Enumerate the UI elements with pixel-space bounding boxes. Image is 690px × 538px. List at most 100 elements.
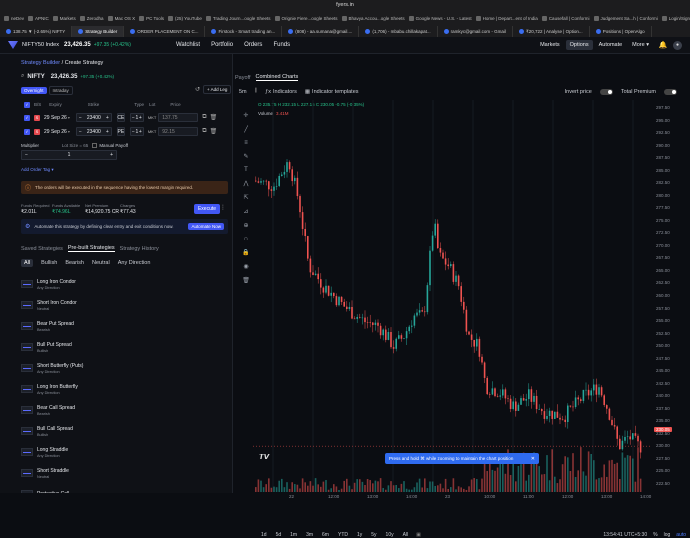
bookmark-item[interactable]: Causefall | Conformi (541, 15, 590, 21)
price-input[interactable]: 137.75 (158, 113, 199, 122)
nav-watchlist[interactable]: Watchlist (172, 42, 204, 48)
strategy-item[interactable]: Short Butterfly (Puts) Any Direction (21, 358, 221, 378)
tab-saved-strategies[interactable]: Saved Strategies (21, 246, 63, 252)
browser-tab[interactable]: 138.75 ▼ (-2.65%) NIFTY (0, 26, 73, 37)
fyers-logo-icon[interactable] (8, 41, 18, 49)
bookmark-item[interactable]: Markets (52, 15, 76, 21)
url-bar[interactable]: fyers.in (0, 0, 690, 10)
nav-automate[interactable]: Automate (595, 40, 627, 50)
automate-now-button[interactable]: Automate Now (188, 223, 224, 230)
side-toggle[interactable]: S (34, 128, 40, 135)
invert-price-toggle[interactable] (599, 88, 613, 95)
add-leg-button[interactable]: + Add Leg (203, 85, 232, 94)
trash-icon[interactable]: 🗑 (242, 277, 250, 284)
tab-prebuilt-strategies[interactable]: Pre-built Strategies (67, 245, 115, 252)
strategy-item[interactable]: Protective Call (21, 484, 221, 493)
nav-portfolio[interactable]: Portfolio (207, 42, 237, 48)
breadcrumb-strategy-builder[interactable]: Strategy Builder (21, 60, 60, 66)
indicators-button[interactable]: Indicators (273, 89, 297, 95)
filter-all[interactable]: All (21, 259, 34, 267)
strategy-item[interactable]: Bull Call Spread Bullish (21, 421, 221, 441)
leg-expiry[interactable]: 29 Sep 26 (44, 115, 67, 121)
bell-icon[interactable]: 🔔 (659, 41, 668, 49)
strategy-item[interactable]: Bear Call Spread Bearish (21, 400, 221, 420)
price-axis[interactable]: 297.50 295.00 292.50 290.00 287.50 285.00 282.… (652, 100, 688, 492)
nav-orders[interactable]: Orders (240, 42, 266, 48)
timeframe-button[interactable]: 5d (276, 532, 282, 538)
candlestick-chart[interactable] (253, 100, 650, 492)
nav-options[interactable]: Options (565, 40, 593, 50)
browser-tab[interactable]: ramkyc@gmail.com - Gmail (438, 26, 513, 37)
browser-tab[interactable]: Strategy Builder (72, 26, 125, 37)
trendline-icon[interactable]: ╱ (244, 126, 248, 133)
tab-overnight[interactable]: Overnight (21, 87, 47, 94)
auto-toggle[interactable]: auto (676, 532, 686, 538)
reset-icon[interactable]: ↺ (195, 86, 200, 93)
browser-tab[interactable]: Positions | OpenAlgo (590, 26, 652, 37)
filter-bearish[interactable]: Bearish (65, 260, 84, 266)
nav-more[interactable]: More ▾ (628, 40, 653, 50)
search-icon[interactable]: ⌕ (21, 73, 24, 80)
lot-stepper[interactable]: −1 + (129, 113, 144, 122)
browser-tab[interactable]: (1,706) - mbabu.chillakapat... (359, 26, 438, 37)
filter-any-direction[interactable]: Any Direction (118, 260, 151, 266)
brush-icon[interactable]: ✎ (243, 153, 248, 160)
bookmark-item[interactable]: APNIC (28, 15, 49, 21)
pattern-icon[interactable]: ⋀ (244, 180, 249, 187)
filter-bullish[interactable]: Bullish (41, 260, 57, 266)
calendar-icon[interactable]: ▣ (416, 532, 421, 538)
timeframe-button[interactable]: 6m (322, 532, 329, 538)
bookmark-item[interactable]: Login/Sign U... (661, 15, 690, 21)
manual-payoff-checkbox[interactable] (92, 143, 98, 148)
nav-funds[interactable]: Funds (269, 42, 294, 48)
strategy-item[interactable]: Bear Put Spread Bearish (21, 316, 221, 336)
order-type[interactable]: MKT (148, 115, 156, 120)
strategy-item[interactable]: Bull Put Spread Bullish (21, 337, 221, 357)
total-premium-toggle[interactable] (664, 88, 677, 95)
lot-stepper[interactable]: −1 + (129, 127, 144, 136)
copy-icon[interactable]: ⧉ (202, 128, 206, 135)
bookmark-item[interactable]: Orignie Fiere...oogle Sheets (274, 15, 338, 21)
strategy-item[interactable]: Short Iron Condor Neutral (21, 295, 221, 315)
order-type[interactable]: MKT (148, 129, 156, 134)
tab-payoff[interactable]: Payoff (235, 75, 251, 81)
type-toggle[interactable]: PE (116, 127, 125, 136)
indicator-templates-button[interactable]: Indicator templates (312, 89, 358, 95)
side-toggle[interactable]: S (34, 114, 40, 121)
copy-icon[interactable]: ⧉ (202, 114, 206, 121)
timeframe-button[interactable]: 1d (261, 532, 267, 538)
delete-icon[interactable]: 🗑 (210, 114, 218, 121)
close-icon[interactable]: ✕ (531, 456, 535, 462)
timeframe-button[interactable]: 1y (357, 532, 362, 538)
leg-checkbox[interactable]: ✓ (24, 114, 30, 121)
timeframe-button[interactable]: YTD (338, 532, 348, 538)
browser-tab[interactable]: (808) - aa.sumana@gmail.... (282, 26, 360, 37)
candle-icon[interactable]: ⫼ (255, 88, 258, 95)
bookmark-item[interactable]: Google News - U.S. - Latest (408, 15, 472, 21)
zoom-icon[interactable]: ⊕ (243, 222, 248, 229)
delete-icon[interactable]: 🗑 (210, 128, 218, 135)
magnet-icon[interactable]: ∩ (244, 236, 248, 242)
bookmark-item[interactable]: Home | Depart...ent of India (475, 15, 538, 21)
leg-expiry[interactable]: 29 Sep 26 (44, 129, 67, 135)
eye-icon[interactable]: ◉ (243, 263, 248, 270)
price-input[interactable]: 92.15 (158, 127, 199, 136)
timeframe-button[interactable]: 3m (306, 532, 313, 538)
measure-icon[interactable]: ⊿ (243, 208, 248, 215)
avatar[interactable]: ● (673, 40, 682, 50)
type-toggle[interactable]: CE (116, 113, 125, 122)
timeframe-button[interactable]: 5y (371, 532, 376, 538)
nav-markets[interactable]: Markets (536, 40, 564, 50)
crosshair-icon[interactable]: ✛ (243, 112, 248, 119)
timeframe-button[interactable]: 10y (386, 532, 394, 538)
tab-combined-charts[interactable]: Combined Charts (255, 74, 299, 81)
bookmark-item[interactable]: Bhavya Accou...ogle Sheets (341, 15, 405, 21)
timeframe-button[interactable]: 1m (290, 532, 297, 538)
forecast-icon[interactable]: ⇱ (243, 194, 248, 201)
browser-tab[interactable]: ₹20,722 | Analyse | Option... (513, 26, 590, 37)
filter-neutral[interactable]: Neutral (92, 260, 110, 266)
strike-stepper[interactable]: −23400 + (75, 113, 112, 122)
select-all-checkbox[interactable]: ✓ (24, 101, 30, 108)
strategy-item[interactable]: Long Iron Butterfly Any Direction (21, 379, 221, 399)
browser-tab[interactable]: Firstock - Smart trading an... (205, 26, 283, 37)
